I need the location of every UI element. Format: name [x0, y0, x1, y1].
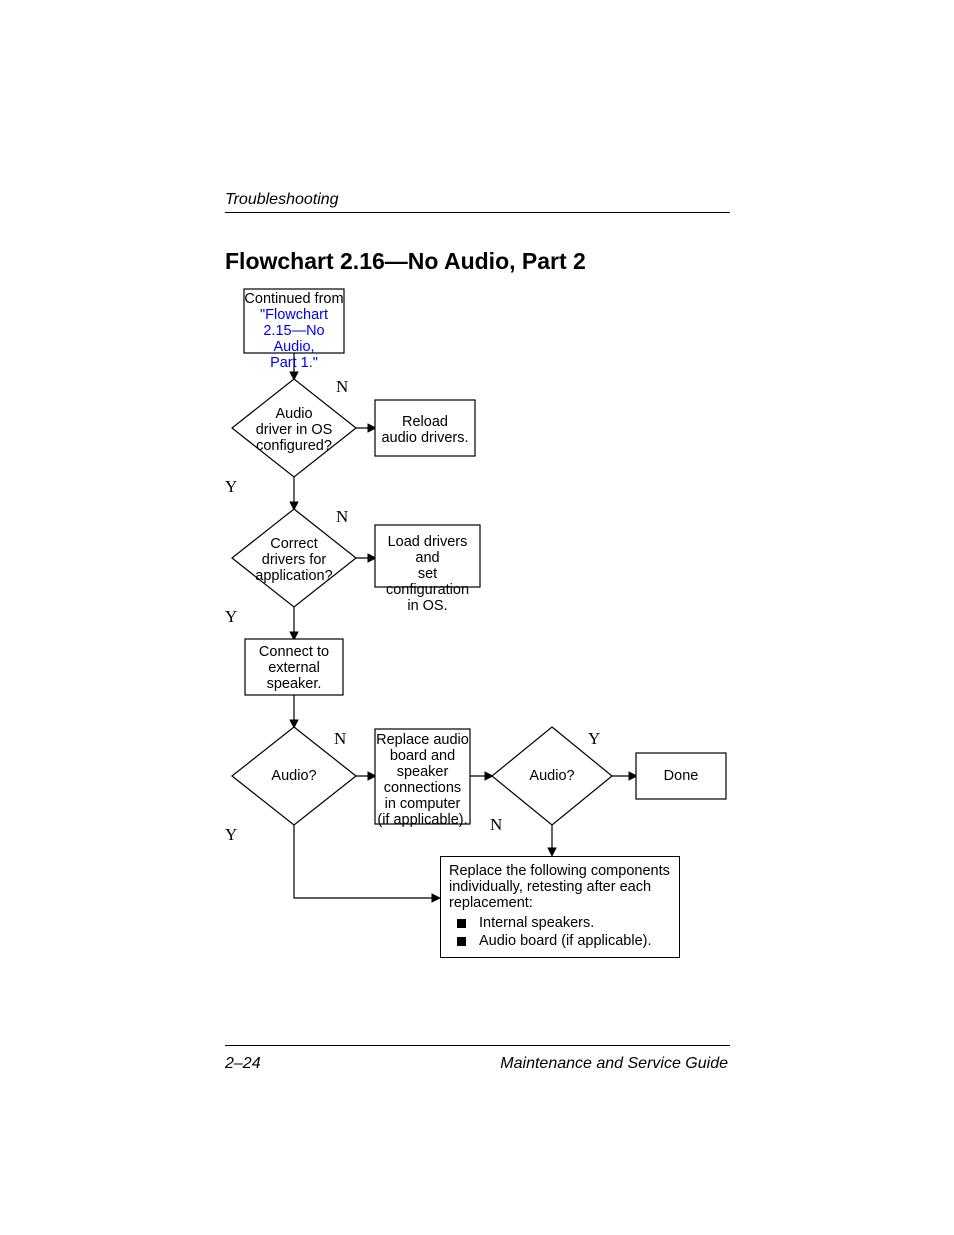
page: Troubleshooting Flowchart 2.16—No Audio,…: [0, 0, 954, 1235]
terminal-done: Done: [636, 768, 726, 784]
process-load-drivers: Load drivers and set configuration in OS…: [375, 534, 480, 614]
process-replace-components: Replace the following components individ…: [440, 856, 680, 958]
edge-label-n: N: [336, 507, 348, 527]
replace-item-1: Internal speakers.: [449, 915, 671, 931]
decision-audio-2: Audio?: [492, 768, 612, 784]
edge-label-n: N: [336, 377, 348, 397]
process-reload-drivers: Reload audio drivers.: [375, 414, 475, 446]
start-node: Continued from "Flowchart 2.15—No Audio,…: [244, 291, 344, 371]
decision-audio-driver: Audio driver in OS configured?: [232, 406, 356, 454]
footer-title: Maintenance and Service Guide: [500, 1055, 728, 1073]
edge-label-y: Y: [225, 477, 237, 497]
decision-audio-1: Audio?: [232, 768, 356, 784]
start-link[interactable]: "Flowchart 2.15—No Audio, Part 1.": [244, 307, 344, 371]
footer-rule: [225, 1045, 730, 1046]
decision-correct-drivers: Correct drivers for application?: [232, 536, 356, 584]
start-line1: Continued from: [244, 291, 344, 307]
edge-label-y: Y: [225, 825, 237, 845]
process-external-speaker: Connect to external speaker.: [245, 644, 343, 692]
page-number: 2–24: [225, 1055, 261, 1073]
process-replace-board: Replace audio board and speaker connecti…: [375, 732, 470, 828]
edge-label-n: N: [334, 729, 346, 749]
edge-label-y: Y: [225, 607, 237, 627]
edge-label-y: Y: [588, 729, 600, 749]
replace-item-2: Audio board (if applicable).: [449, 933, 671, 949]
edge-label-n: N: [490, 815, 502, 835]
